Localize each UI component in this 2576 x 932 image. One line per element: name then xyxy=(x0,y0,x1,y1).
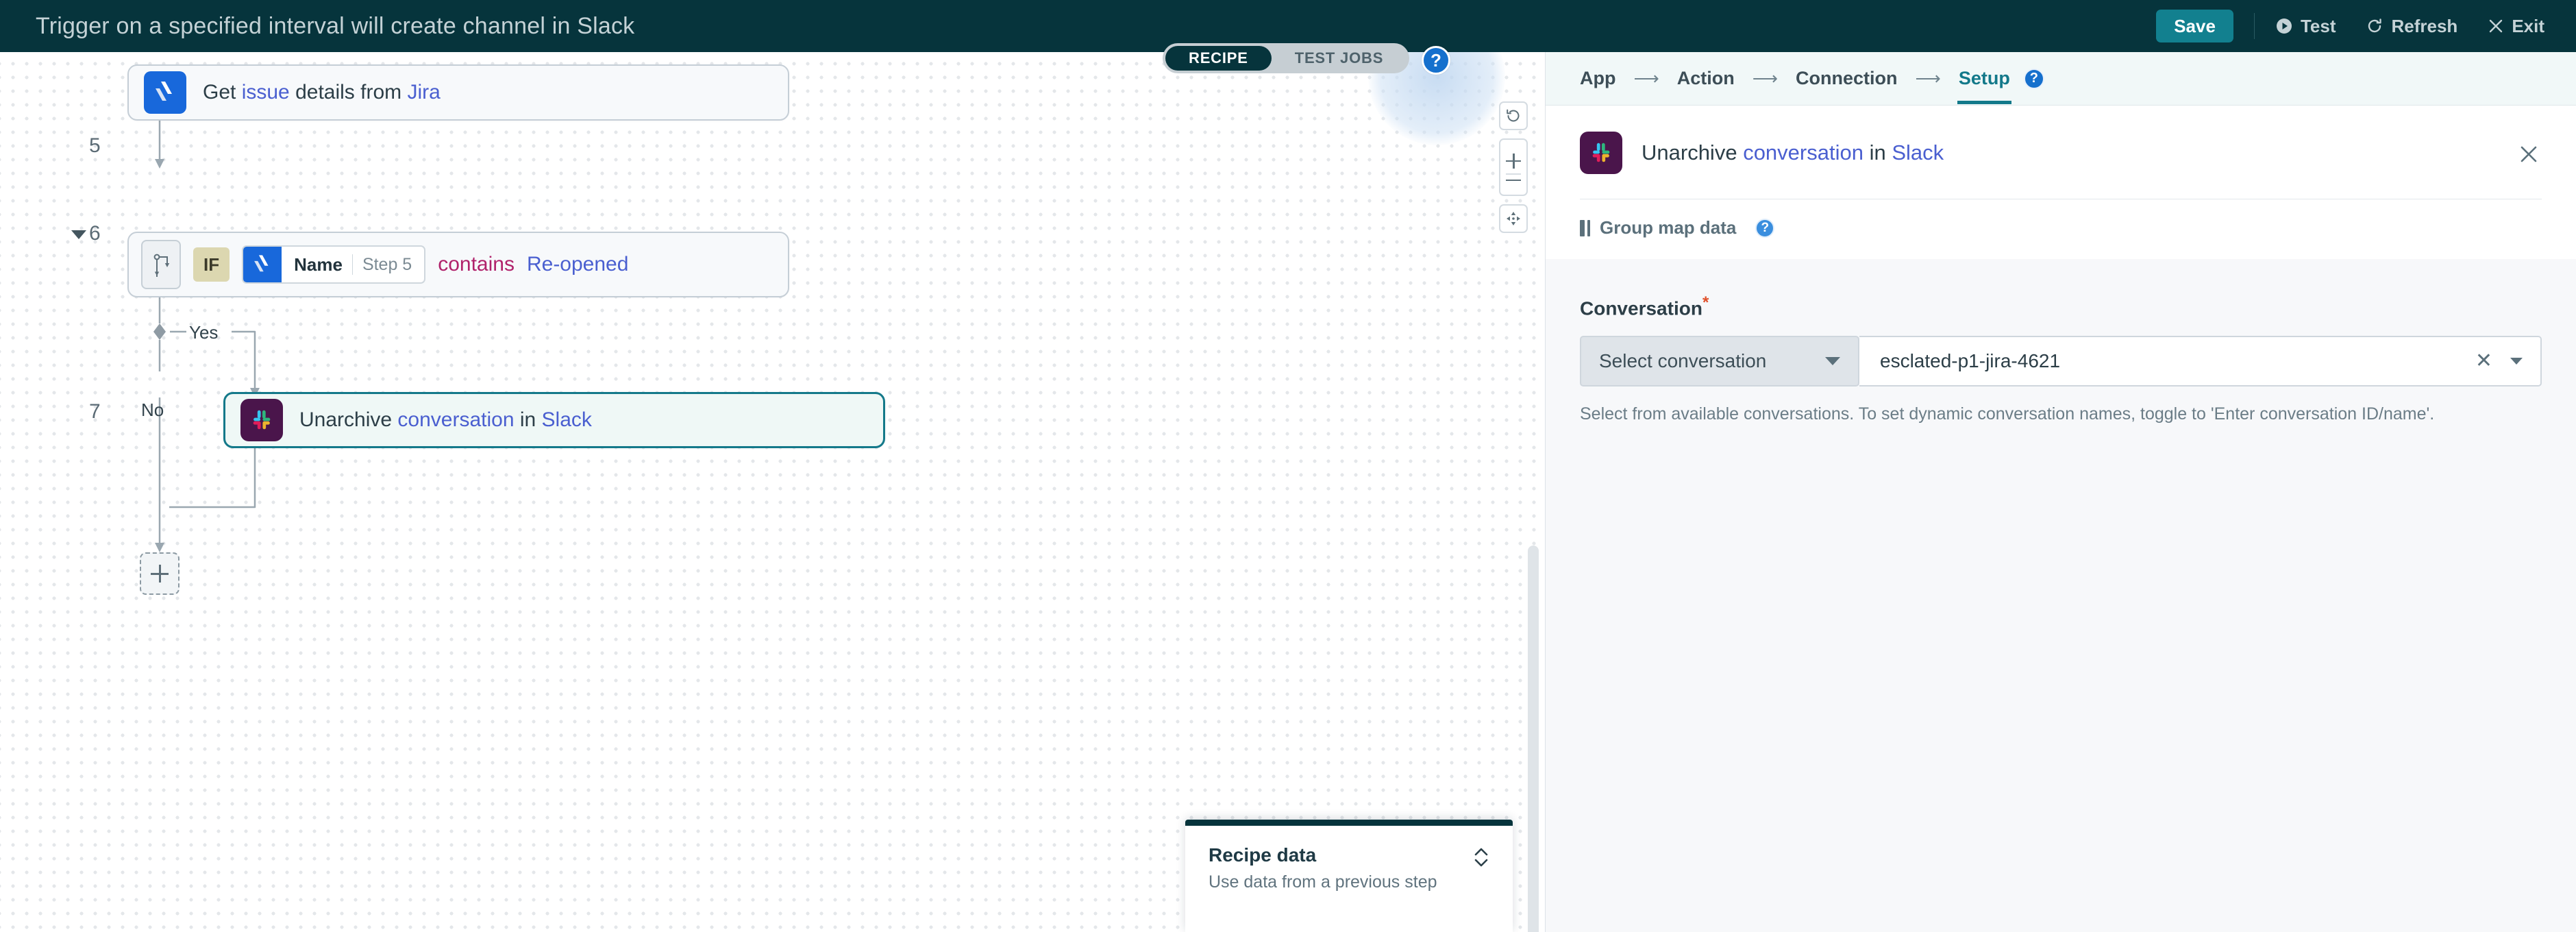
recipe-data-inner: Recipe data Use data from a previous ste… xyxy=(1185,826,1513,932)
setup-help-icon[interactable]: ? xyxy=(2024,69,2044,89)
pan-arrows-icon xyxy=(1504,210,1522,228)
step-config-title: Unarchive conversation in Slack xyxy=(1642,140,1944,165)
help-icon[interactable]: ? xyxy=(1422,46,1450,75)
test-label: Test xyxy=(2301,16,2336,37)
conversation-value-text: esclated-p1-jira-4621 xyxy=(1880,350,2060,372)
refresh-label: Refresh xyxy=(2391,16,2457,37)
if-badge: IF xyxy=(193,247,230,282)
step-number-7: 7 xyxy=(89,402,101,422)
condition-operator: contains xyxy=(438,253,515,276)
recipe-data-subtitle: Use data from a previous step xyxy=(1209,872,1489,892)
slack-icon xyxy=(1580,132,1622,174)
condition-field-name: Name xyxy=(282,254,352,275)
jira-icon xyxy=(144,71,186,114)
step-card-5[interactable]: Get issue details from Jira xyxy=(127,64,789,121)
play-circle-icon xyxy=(2275,17,2293,35)
group-map-help-icon[interactable]: ? xyxy=(1755,219,1774,238)
conversation-mode-label: Select conversation xyxy=(1599,350,1766,372)
group-map-data-label: Group map data xyxy=(1600,217,1736,238)
canvas-controls xyxy=(1499,101,1528,233)
branch-split-icon xyxy=(141,240,181,289)
conversation-field-row: Select conversation esclated-p1-jira-462… xyxy=(1580,336,2542,387)
step-card-6[interactable]: IF Name Step 5 contains Re-opened xyxy=(127,232,789,297)
group-map-icon xyxy=(1580,220,1590,236)
conversation-field-hint: Select from available conversations. To … xyxy=(1580,403,2542,426)
refresh-button[interactable]: Refresh xyxy=(2366,16,2457,37)
condition-field-pill[interactable]: Name Step 5 xyxy=(242,245,425,284)
breadcrumb-arrow-icon: ⟶ xyxy=(1753,68,1778,89)
conversation-value-input[interactable]: esclated-p1-jira-4621 ✕ xyxy=(1859,336,2542,387)
branch-label-no: No xyxy=(141,400,164,421)
required-marker: * xyxy=(1702,293,1709,312)
test-button[interactable]: Test xyxy=(2275,16,2336,37)
recipe-canvas[interactable]: 5 Get issue details from Jira 6 xyxy=(0,52,1545,932)
tab-recipe[interactable]: RECIPE xyxy=(1165,46,1272,71)
branch-label-yes: Yes xyxy=(189,322,218,343)
zoom-in-icon[interactable] xyxy=(1506,154,1521,169)
step-config-panel: App ⟶ Action ⟶ Connection ⟶ Setup ? xyxy=(1545,52,2576,932)
breadcrumb-arrow-icon: ⟶ xyxy=(1916,68,1941,89)
toolbar-divider xyxy=(2254,13,2255,39)
conversation-field-label: Conversation* xyxy=(1580,293,2542,319)
breadcrumb-setup[interactable]: Setup xyxy=(1959,68,2010,89)
step-card-7[interactable]: Unarchive conversation in Slack xyxy=(223,392,885,448)
step-card-7-label: Unarchive conversation in Slack xyxy=(299,410,592,430)
chevron-up-down-icon xyxy=(1472,846,1490,869)
breadcrumb-app[interactable]: App xyxy=(1580,68,1615,89)
zoom-out-icon[interactable] xyxy=(1506,180,1521,182)
step-number-6: 6 xyxy=(89,223,101,244)
close-panel-button[interactable] xyxy=(2517,143,2540,166)
clear-value-icon[interactable]: ✕ xyxy=(2475,351,2492,371)
mode-toggle: RECIPE TEST JOBS xyxy=(1163,43,1409,73)
breadcrumb-connection[interactable]: Connection xyxy=(1796,68,1898,89)
conversation-mode-select[interactable]: Select conversation xyxy=(1580,336,1859,387)
breadcrumb: App ⟶ Action ⟶ Connection ⟶ Setup ? xyxy=(1546,52,2576,106)
recipe-data-title: Recipe data xyxy=(1209,844,1489,867)
recipe-data-panel[interactable]: Recipe data Use data from a previous ste… xyxy=(1185,820,1513,932)
exit-label: Exit xyxy=(2512,16,2544,37)
step-config-header: Unarchive conversation in Slack xyxy=(1546,106,2576,174)
zoom-buttons[interactable] xyxy=(1499,138,1528,196)
page-title: Trigger on a specified interval will cre… xyxy=(36,13,634,40)
slack-icon xyxy=(240,399,283,441)
canvas-vertical-scrollbar[interactable] xyxy=(1528,545,1539,932)
group-map-data-toggle[interactable]: Group map data ? xyxy=(1546,199,2576,259)
breadcrumb-action[interactable]: Action xyxy=(1677,68,1735,89)
exit-button[interactable]: Exit xyxy=(2488,16,2544,37)
condition-field-step: Step 5 xyxy=(353,255,424,275)
chevron-down-icon xyxy=(1825,357,1840,365)
workato-recipe-editor: Trigger on a specified interval will cre… xyxy=(0,0,2576,932)
tab-test-jobs[interactable]: TEST JOBS xyxy=(1272,46,1407,71)
breadcrumb-arrow-icon: ⟶ xyxy=(1633,68,1659,89)
jira-icon xyxy=(243,245,282,284)
step-number-5: 5 xyxy=(89,136,101,156)
conversation-value-actions: ✕ xyxy=(2475,351,2523,371)
add-step-button[interactable] xyxy=(140,552,179,595)
connector-wires xyxy=(0,52,1545,932)
step-config-body: Conversation* Select conversation esclat… xyxy=(1546,259,2576,426)
pan-control-button[interactable] xyxy=(1499,204,1528,233)
save-button[interactable]: Save xyxy=(2156,10,2233,42)
reset-icon xyxy=(1505,108,1522,124)
reset-view-button[interactable] xyxy=(1499,101,1528,130)
recipe-data-expand-toggle[interactable] xyxy=(1470,844,1492,871)
condition-operand: Re-opened xyxy=(527,253,628,276)
refresh-icon xyxy=(2366,17,2383,35)
collapse-step-6-icon[interactable] xyxy=(71,230,86,239)
close-icon xyxy=(2488,18,2504,34)
top-bar-actions: Save Test Refresh Exit xyxy=(2156,0,2544,52)
chevron-down-icon[interactable] xyxy=(2510,358,2523,365)
step-config-header-block: Unarchive conversation in Slack Group ma… xyxy=(1546,106,2576,259)
close-icon xyxy=(2518,144,2539,164)
step-card-5-label: Get issue details from Jira xyxy=(203,82,441,103)
zoom-divider xyxy=(1506,173,1521,175)
